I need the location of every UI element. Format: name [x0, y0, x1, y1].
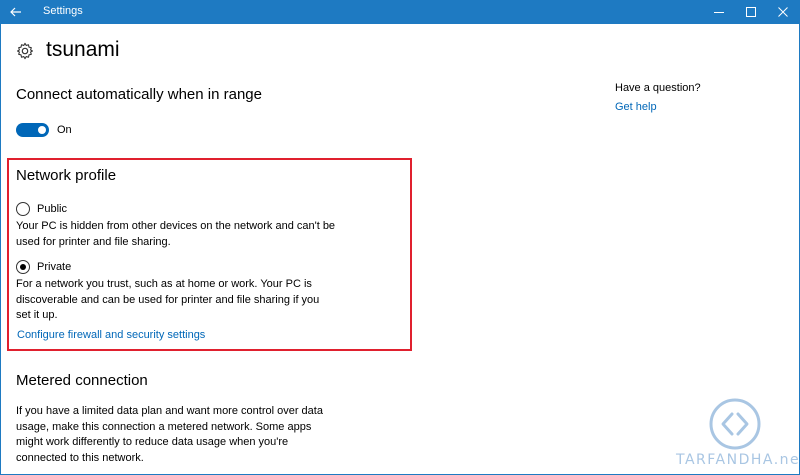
public-description: Your PC is hidden from other devices on … [16, 220, 336, 248]
auto-connect-heading: Connect automatically when in range [16, 86, 262, 103]
title-bar: Settings [0, 0, 800, 24]
radio-public-label: Public [37, 203, 67, 215]
radio-public-circle[interactable] [16, 202, 30, 216]
minimize-button[interactable] [703, 0, 735, 24]
radio-private-label: Private [37, 261, 72, 273]
back-arrow-icon [10, 7, 21, 17]
metered-connection-heading: Metered connection [16, 372, 148, 389]
page-title: tsunami [46, 38, 120, 61]
get-help-link[interactable]: Get help [615, 101, 657, 113]
maximize-button[interactable] [735, 0, 767, 24]
close-icon [778, 7, 788, 17]
network-profile-heading: Network profile [16, 167, 117, 184]
watermark-text: TARFANDHA.net [676, 452, 800, 468]
metered-description: If you have a limited data plan and want… [16, 405, 323, 464]
radio-public[interactable]: Public [16, 202, 67, 216]
radio-private-circle[interactable] [16, 260, 30, 274]
minimize-icon [714, 12, 724, 13]
close-button[interactable] [767, 0, 799, 24]
firewall-settings-link[interactable]: Configure firewall and security settings [17, 329, 205, 341]
help-question: Have a question? [615, 82, 701, 94]
maximize-icon [746, 7, 756, 17]
gear-icon [16, 42, 34, 60]
window-title: Settings [43, 5, 83, 17]
auto-connect-toggle[interactable] [16, 123, 49, 137]
back-button[interactable] [0, 0, 32, 24]
private-description: For a network you trust, such as at home… [16, 278, 320, 321]
toggle-state-label: On [57, 124, 72, 136]
toggle-knob [38, 126, 46, 134]
radio-private[interactable]: Private [16, 260, 71, 274]
tarfandha-logo-icon [709, 398, 761, 450]
